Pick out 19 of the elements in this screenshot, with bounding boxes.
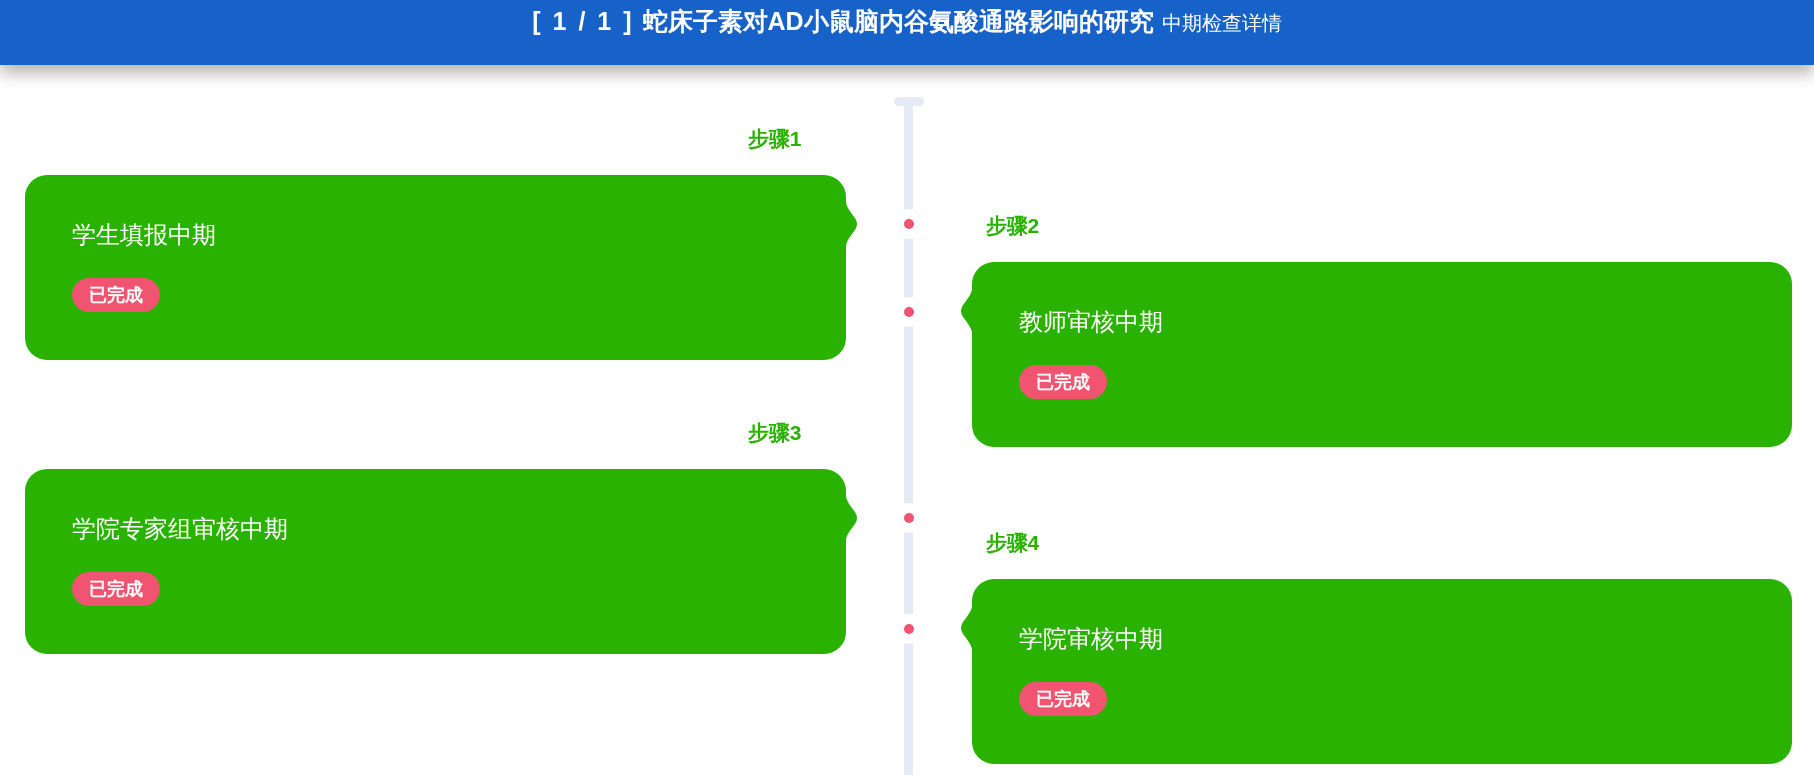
step-label: 步骤4 bbox=[985, 530, 1040, 556]
page-counter: [ 1 / 1 ] bbox=[532, 6, 632, 37]
step-label: 步骤3 bbox=[747, 420, 802, 446]
timeline-dot bbox=[903, 307, 914, 317]
step-title: 学生填报中期 bbox=[72, 220, 216, 250]
step-label: 步骤1 bbox=[747, 126, 802, 152]
status-badge: 已完成 bbox=[72, 278, 160, 312]
timeline-dot bbox=[903, 624, 914, 634]
status-badge: 已完成 bbox=[72, 572, 160, 606]
step-title: 学院审核中期 bbox=[1018, 624, 1163, 654]
timeline-dot bbox=[903, 513, 914, 523]
page-subtitle: 中期检查详情 bbox=[1161, 11, 1282, 36]
step-label: 步骤2 bbox=[985, 213, 1040, 239]
step-title: 教师审核中期 bbox=[1018, 307, 1163, 337]
status-badge: 已完成 bbox=[1018, 682, 1107, 716]
project-title: 蛇床子素对AD小鼠脑内谷氨酸通路影响的研究 bbox=[642, 6, 1154, 37]
status-badge: 已完成 bbox=[1018, 365, 1107, 399]
step-title: 学院专家组审核中期 bbox=[72, 514, 288, 544]
timeline-dot bbox=[903, 219, 914, 229]
